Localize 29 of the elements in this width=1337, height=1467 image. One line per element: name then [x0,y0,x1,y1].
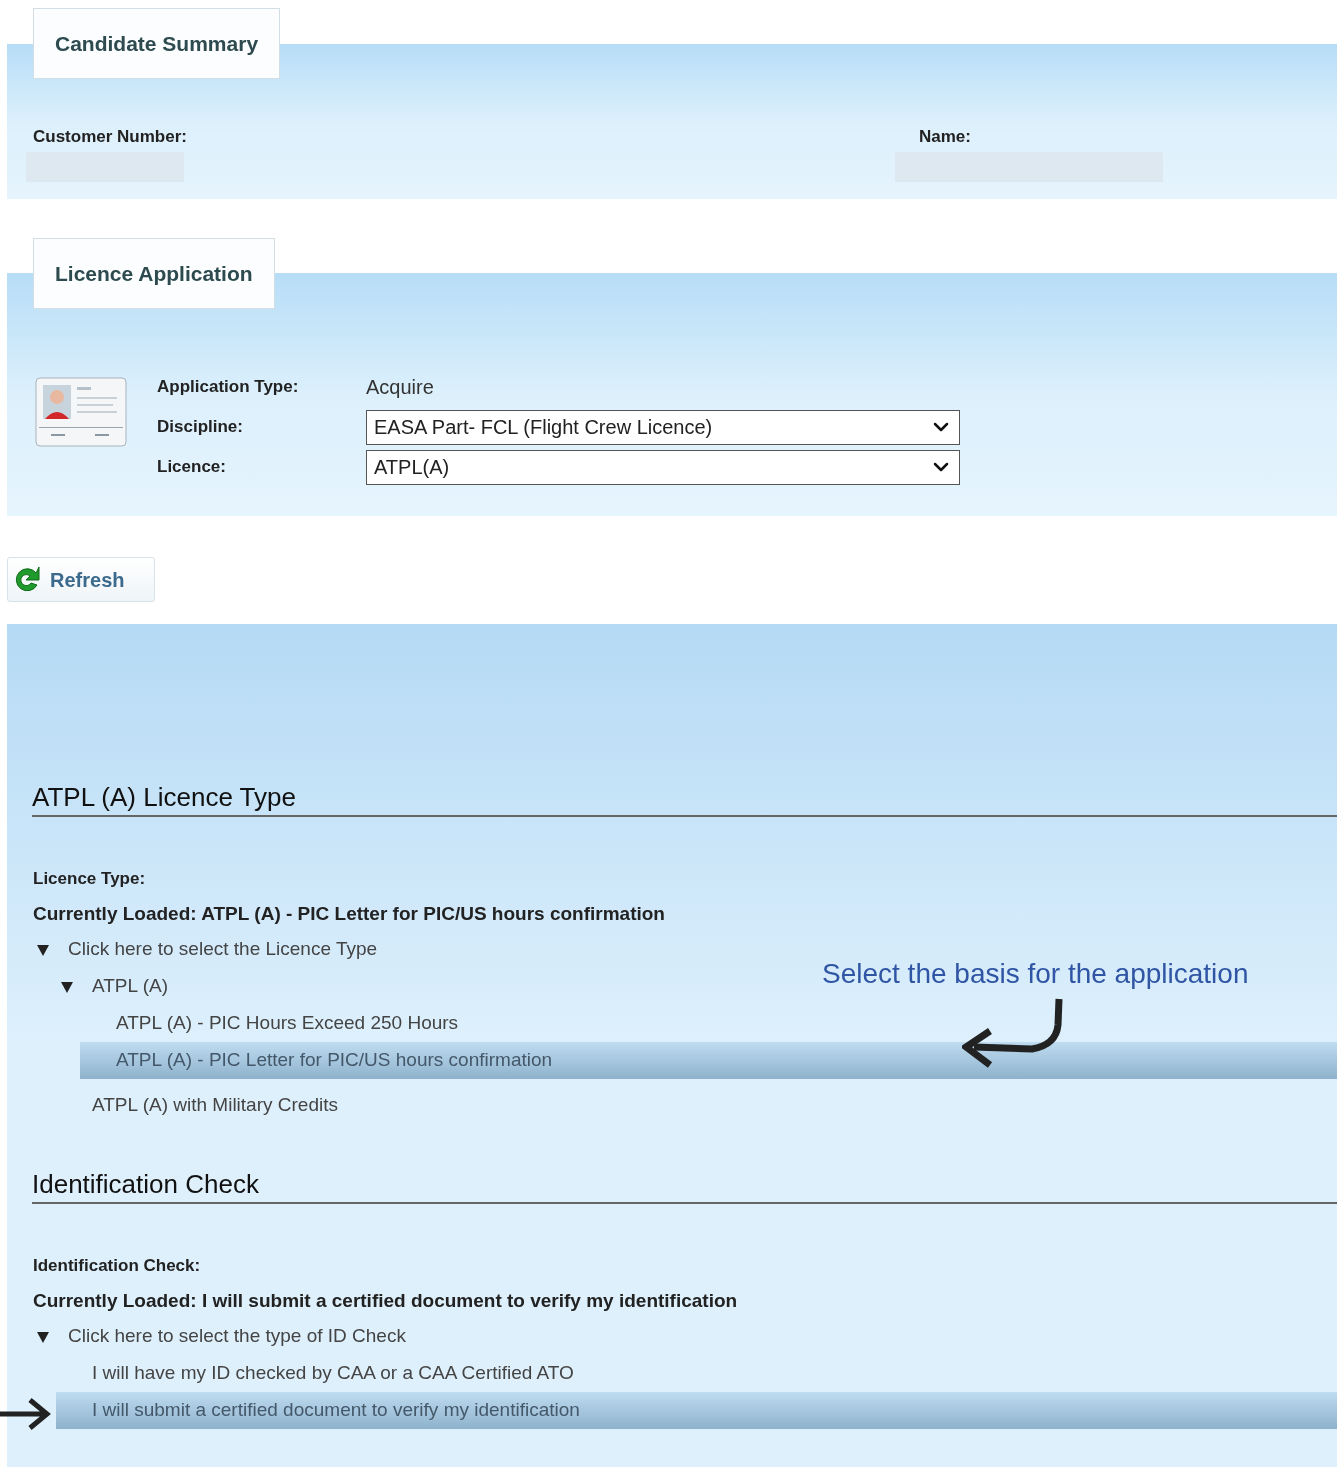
section-heading: Identification Check [32,1166,1337,1204]
section-heading: ATPL (A) Licence Type [32,779,1337,817]
id-card-icon [35,377,127,447]
expanded-caret-icon[interactable] [36,1329,50,1344]
currently-loaded-text: Currently Loaded: ATPL (A) - PIC Letter for PIC/US hours confirmation [33,902,666,926]
field-value: Acquire [366,375,434,400]
field-label: Licence Type: [33,868,147,890]
arrow-icon [0,1397,52,1431]
field-label: Licence: [157,456,227,479]
tree-item[interactable]: ATPL (A) with Military Credits [56,1087,342,1124]
refresh-button[interactable]: Refresh [7,557,155,602]
tree-item[interactable]: I will submit a certified document to verify my identification [56,1392,1337,1429]
tree-item[interactable]: Click here to select the type of ID Check [32,1318,410,1355]
field-label: Identification Check: [33,1255,202,1277]
dropdown-select[interactable]: ATPL(A) [366,449,960,485]
expanded-caret-icon[interactable] [60,979,74,994]
field-label: Name: [919,126,972,148]
tree-item[interactable]: ATPL (A) [56,968,172,1005]
field-label: Customer Number: [33,126,188,148]
tree-item[interactable]: I will have my ID checked by CAA or a CAA Certified ATO [56,1355,578,1392]
tree-item[interactable]: ATPL (A) - PIC Letter for PIC/US hours confirmation [80,1042,1337,1079]
currently-loaded-text: Currently Loaded: I will submit a certified document to verify my identification [33,1289,739,1313]
expanded-caret-icon[interactable] [36,942,50,957]
tree-item[interactable]: Click here to select the Licence Type [32,931,382,968]
field-label: Discipline: [157,416,244,439]
tree-item[interactable]: ATPL (A) - PIC Hours Exceed 250 Hours [80,1005,463,1042]
field-label: Application Type: [157,376,300,399]
dropdown-select[interactable]: EASA Part- FCL (Flight Crew Licence) [366,409,960,445]
annotation-text: Select the basis for the application [822,957,1249,991]
